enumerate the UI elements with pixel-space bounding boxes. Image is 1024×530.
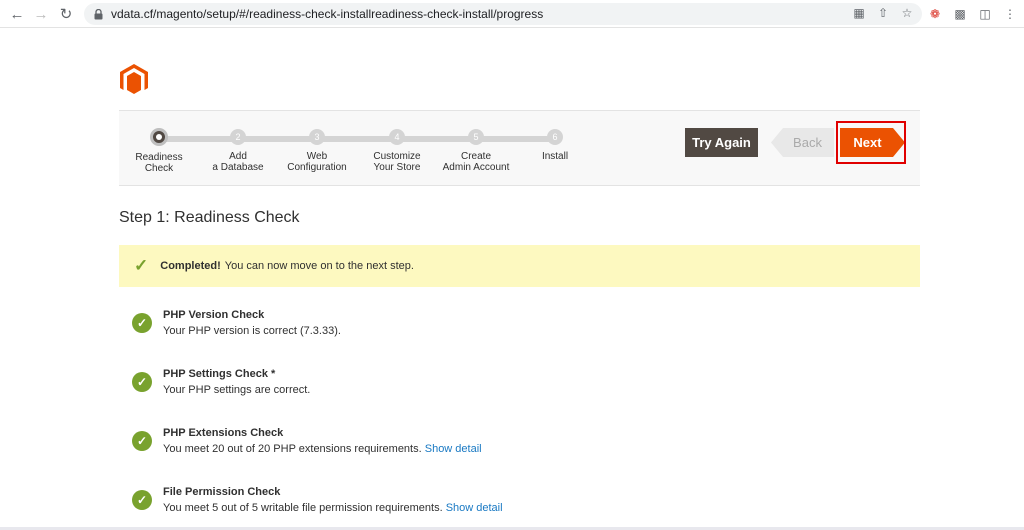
check-description: Your PHP settings are correct. — [163, 384, 311, 396]
back-button[interactable]: Back — [771, 128, 834, 157]
sidepanel-icon[interactable]: ◫ — [978, 7, 992, 21]
step-number: 3 — [309, 129, 325, 145]
success-message: ✓ Completed! You can now move on to the … — [119, 245, 920, 287]
check-description: You meet 20 out of 20 PHP extensions req… — [163, 443, 422, 455]
step-web-configuration: 3 Web Configuration — [272, 126, 362, 173]
show-detail-link[interactable]: Show detail — [425, 443, 482, 455]
step-label: Install — [541, 151, 569, 162]
reload-icon[interactable]: ↻ — [55, 3, 77, 25]
success-check-icon: ✓ — [132, 490, 152, 510]
address-bar[interactable]: vdata.cf/magento/setup/#/readiness-check… — [84, 3, 922, 25]
step-add-database: 2 Add a Database — [193, 126, 283, 173]
step-label: Web Configuration — [287, 151, 347, 173]
check-description-row: You meet 5 out of 5 writable file permis… — [163, 502, 503, 514]
step-create-admin-account: 5 Create Admin Account — [431, 126, 521, 173]
step-current-indicator — [150, 128, 168, 146]
next-button-highlight — [836, 121, 906, 164]
share-icon[interactable]: ⇧ — [876, 6, 890, 20]
checkmark-icon: ✓ — [134, 256, 149, 275]
step-label: Create Admin Account — [442, 151, 510, 173]
menu-icon[interactable]: ⋮ — [1003, 7, 1017, 21]
success-check-icon: ✓ — [132, 431, 152, 451]
check-title: PHP Settings Check * — [163, 368, 276, 380]
check-description: Your PHP version is correct (7.3.33). — [163, 325, 341, 337]
page-title: Step 1: Readiness Check — [119, 209, 300, 226]
magento-logo — [120, 64, 148, 94]
puzzle-icon[interactable]: ▩ — [953, 7, 967, 21]
step-number: 5 — [468, 129, 484, 145]
success-check-icon: ✓ — [132, 313, 152, 333]
forward-arrow-icon[interactable]: → — [30, 3, 52, 25]
check-title: File Permission Check — [163, 486, 281, 498]
setup-progress-bar: Readiness Check 2 Add a Database 3 Web C… — [119, 110, 920, 186]
check-description-row: You meet 20 out of 20 PHP extensions req… — [163, 443, 482, 455]
message-text: You can now move on to the next step. — [224, 260, 414, 272]
step-label: Readiness Check — [135, 152, 183, 174]
extension-icon[interactable]: ❁ — [928, 7, 942, 21]
success-check-icon: ✓ — [132, 372, 152, 392]
url-text: vdata.cf/magento/setup/#/readiness-check… — [111, 7, 544, 21]
check-description: You meet 5 out of 5 writable file permis… — [163, 502, 443, 514]
step-readiness-check: Readiness Check — [114, 126, 204, 174]
lock-icon — [94, 8, 103, 19]
step-number: 4 — [389, 129, 405, 145]
show-detail-link[interactable]: Show detail — [446, 502, 503, 514]
step-install: 6 Install — [510, 126, 600, 162]
bookmark-star-icon[interactable]: ☆ — [900, 6, 914, 20]
message-strong: Completed! — [160, 260, 221, 272]
step-number: 6 — [547, 129, 563, 145]
step-label: Add a Database — [212, 151, 264, 173]
check-title: PHP Version Check — [163, 309, 265, 321]
translate-icon[interactable]: ▦ — [852, 6, 866, 20]
step-label: Customize Your Store — [373, 151, 421, 173]
step-number: 2 — [230, 129, 246, 145]
browser-toolbar: ← → ↻ vdata.cf/magento/setup/#/readiness… — [0, 0, 1024, 28]
check-title: PHP Extensions Check — [163, 427, 284, 439]
step-customize-store: 4 Customize Your Store — [352, 126, 442, 173]
back-arrow-icon[interactable]: ← — [6, 3, 28, 25]
try-again-button[interactable]: Try Again — [685, 128, 758, 157]
